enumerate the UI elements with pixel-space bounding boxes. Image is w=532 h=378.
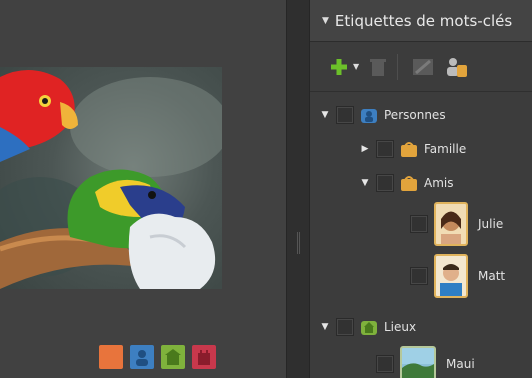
tag-checkbox[interactable] [410,215,428,233]
tree-item-label: Julie [478,217,504,231]
tree-item-label: Lieux [384,320,417,334]
tree-item-label: Maui [446,357,475,371]
tree-item-label: Personnes [384,108,446,122]
tree-item-personnes[interactable]: ▼ Personnes [318,106,446,124]
photo-tag-icon [400,346,436,378]
people-tag-icon [447,57,468,77]
panel-header[interactable]: ▼ Etiquettes de mots-clés [310,0,532,42]
tag-checkbox[interactable] [336,318,354,336]
expand-triangle-icon[interactable]: ▼ [318,110,332,120]
green-place-tag-icon[interactable] [161,345,185,369]
tag-icon [400,174,418,192]
expand-triangle-icon[interactable]: ▶ [358,144,372,154]
tree-item-lieux[interactable]: ▼ Lieux [318,318,416,336]
parrot-photo[interactable] [0,67,222,289]
tree-item-julie[interactable]: Julie [406,202,503,246]
photo-view [0,0,286,378]
delete-tag-button[interactable] [369,53,387,81]
red-event-tag-icon[interactable] [192,345,216,369]
tag-checkbox[interactable] [336,106,354,124]
people-tag-button[interactable] [444,53,468,81]
tag-icon [400,140,418,158]
add-icon [331,58,347,75]
keyword-toolbar: ▼ [310,42,532,92]
dropdown-icon[interactable]: ▼ [353,62,359,71]
place-tag-icon [360,318,378,336]
edit-icon [413,58,434,75]
tree-item-amis[interactable]: ▼ Amis [358,174,453,192]
tag-checkbox[interactable] [376,174,394,192]
toolbar-separator [397,53,399,80]
edit-tag-button[interactable] [412,53,434,81]
parrot-illustration [0,69,222,289]
photo-tag-icon [434,254,468,298]
expand-triangle-icon[interactable]: ▼ [358,178,372,188]
applied-tags-strip [99,345,216,369]
panel-title: Etiquettes de mots-clés [334,11,513,30]
tree-item-label: Amis [424,176,454,190]
trash-icon [370,58,387,76]
orange-tag-icon[interactable] [99,345,123,369]
blue-person-tag-icon[interactable] [130,345,154,369]
tag-checkbox[interactable] [376,140,394,158]
tree-item-label: Famille [424,142,467,156]
expand-triangle-icon[interactable]: ▼ [318,322,332,332]
panel-splitter[interactable] [286,0,310,378]
keyword-tags-panel: ▼ Etiquettes de mots-clés ▼ ▼ Personnes … [310,0,532,378]
person-tag-icon [360,106,378,124]
tree-item-famille[interactable]: ▶ Famille [358,140,466,158]
tree-item-label: Matt [478,269,506,283]
splitter-grip[interactable] [297,232,300,254]
photo-tag-icon [434,202,468,246]
collapse-triangle-icon[interactable]: ▼ [322,16,329,26]
tree-item-maui[interactable]: Maui [372,346,475,378]
tag-checkbox[interactable] [410,267,428,285]
tag-checkbox[interactable] [376,355,394,373]
add-tag-button[interactable]: ▼ [330,53,359,81]
tree-item-matt[interactable]: Matt [406,254,505,298]
